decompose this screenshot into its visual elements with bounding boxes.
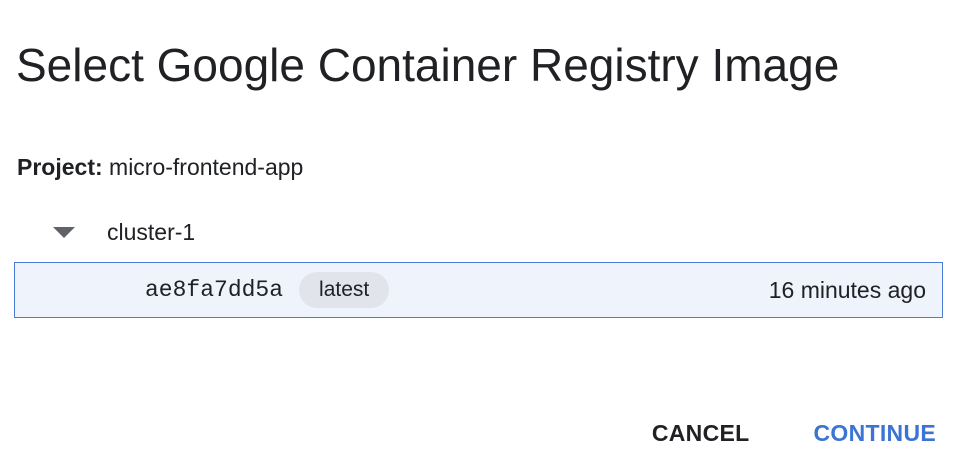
project-name: micro-frontend-app — [109, 154, 304, 180]
caret-down-icon[interactable] — [53, 226, 75, 238]
select-image-dialog: Select Google Container Registry Image P… — [0, 0, 970, 474]
dialog-actions: CANCEL CONTINUE — [652, 420, 936, 447]
image-digest: ae8fa7dd5a — [145, 277, 284, 303]
image-row-selected[interactable]: ae8fa7dd5a latest 16 minutes ago — [14, 262, 943, 318]
image-tag-chip: latest — [299, 272, 390, 308]
continue-button[interactable]: CONTINUE — [813, 420, 936, 447]
dialog-title: Select Google Container Registry Image — [16, 39, 840, 91]
image-timestamp: 16 minutes ago — [768, 276, 926, 303]
tree-node-label: cluster-1 — [107, 218, 196, 245]
project-line: Project: micro-frontend-app — [17, 154, 303, 181]
tree-node-cluster[interactable]: cluster-1 — [50, 216, 195, 248]
project-label: Project: — [17, 154, 103, 180]
cancel-button[interactable]: CANCEL — [652, 420, 750, 447]
